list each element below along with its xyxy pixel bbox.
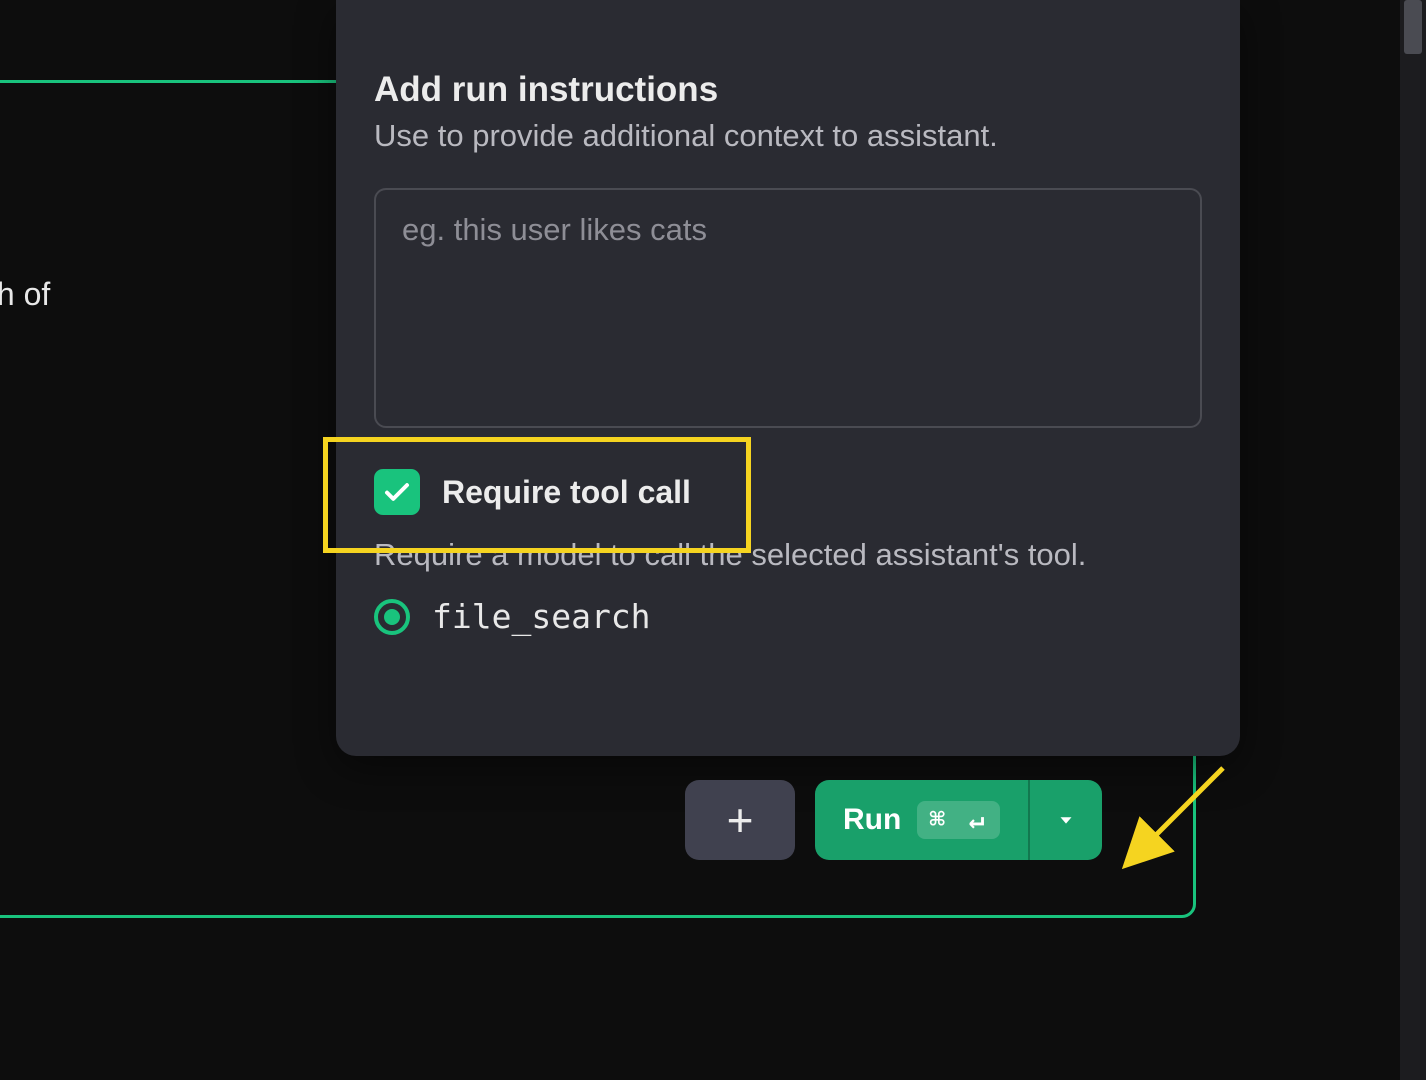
require-tool-description: Require a model to call the selected ass… bbox=[374, 537, 1202, 573]
plus-icon: + bbox=[727, 793, 754, 847]
tool-option-row[interactable]: file_search bbox=[374, 597, 1202, 636]
run-instructions-popover: Add run instructions Use to provide addi… bbox=[336, 0, 1240, 756]
popover-title: Add run instructions bbox=[374, 70, 1202, 110]
scrollbar-thumb[interactable] bbox=[1404, 0, 1422, 54]
run-button[interactable]: Run ⌘ ↵ bbox=[815, 780, 1028, 860]
message-text-fragment: g price on 18th of bbox=[0, 276, 50, 313]
instructions-textarea[interactable] bbox=[374, 188, 1202, 428]
tool-option-label: file_search bbox=[432, 597, 651, 636]
require-tool-checkbox[interactable] bbox=[374, 469, 420, 515]
action-bar: + Run ⌘ ↵ bbox=[685, 780, 1102, 860]
run-shortcut-badge: ⌘ ↵ bbox=[917, 801, 1000, 839]
scrollbar-track[interactable] bbox=[1400, 0, 1426, 1080]
run-dropdown-button[interactable] bbox=[1028, 780, 1102, 860]
run-button-group: Run ⌘ ↵ bbox=[815, 780, 1102, 860]
add-button[interactable]: + bbox=[685, 780, 795, 860]
require-tool-label: Require tool call bbox=[442, 474, 691, 511]
check-icon bbox=[382, 477, 412, 507]
caret-down-icon bbox=[1055, 809, 1077, 831]
radio-dot-icon bbox=[384, 609, 400, 625]
popover-subtitle: Use to provide additional context to ass… bbox=[374, 118, 1202, 154]
require-tool-row[interactable]: Require tool call bbox=[374, 469, 1202, 515]
run-button-label: Run bbox=[843, 803, 901, 837]
tool-option-radio[interactable] bbox=[374, 599, 410, 635]
